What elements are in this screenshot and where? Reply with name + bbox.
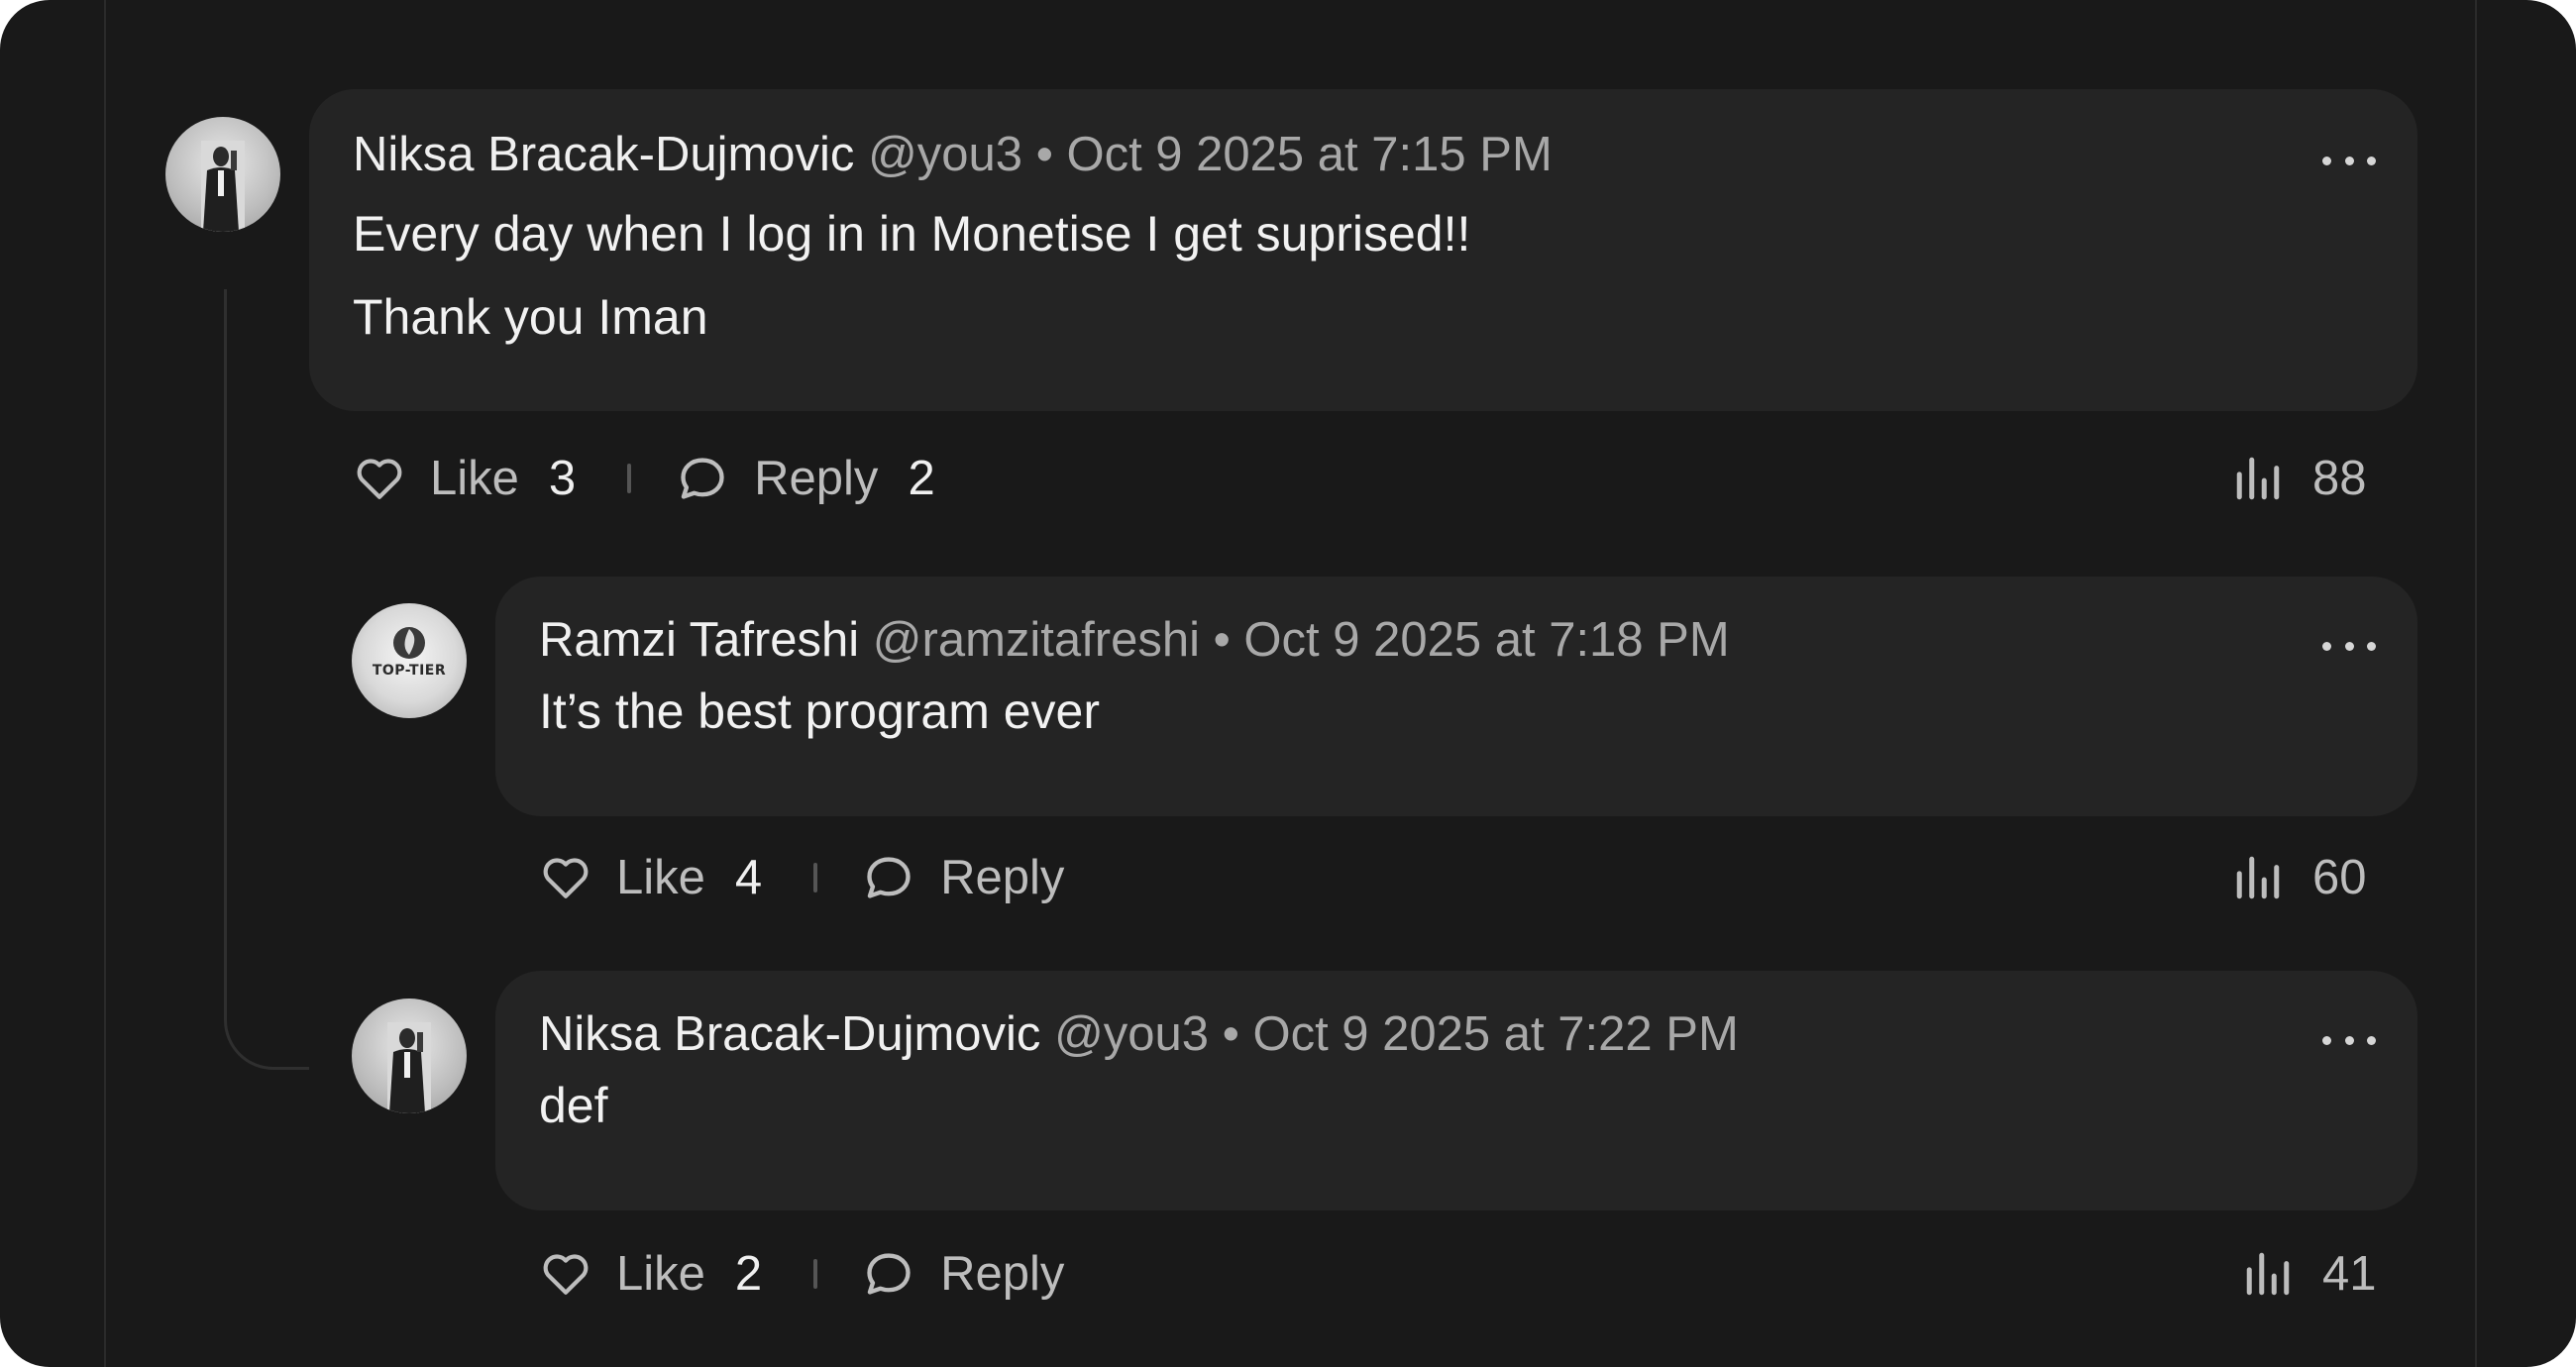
comment-icon xyxy=(867,1253,911,1295)
comment-timestamp: Oct 9 2025 at 7:15 PM xyxy=(1066,128,1553,181)
view-count: 88 xyxy=(2233,449,2367,508)
comment-timestamp: Oct 9 2025 at 7:22 PM xyxy=(1252,1007,1739,1061)
profile-photo-icon xyxy=(387,1022,431,1113)
more-options-icon[interactable] xyxy=(2322,636,2376,656)
heart-icon xyxy=(543,1254,589,1295)
comment-line: Thank you Iman xyxy=(353,289,708,345)
author-handle[interactable]: @you3 xyxy=(1054,1007,1209,1061)
like-count: 2 xyxy=(734,1247,763,1301)
like-button[interactable]: Like 4 xyxy=(541,850,762,905)
comment-line: def xyxy=(539,1078,608,1133)
views-number: 41 xyxy=(2322,1247,2377,1301)
like-label: Like xyxy=(616,1247,705,1301)
reply-count: 2 xyxy=(908,452,935,505)
like-button[interactable]: Like 3 xyxy=(355,451,576,506)
view-count: 60 xyxy=(2233,848,2367,907)
reply-button[interactable]: Reply xyxy=(863,850,1064,905)
comment-actions: Like 3 Reply 2 xyxy=(355,449,935,508)
meta-separator: • xyxy=(1222,1007,1239,1061)
comment-bubble: Niksa Bracak-Dujmovic @you3 • Oct 9 2025… xyxy=(495,971,2417,1210)
author-handle[interactable]: @ramzitafreshi xyxy=(873,613,1200,667)
meta-separator: • xyxy=(1213,613,1231,667)
comment-line: It’s the best program ever xyxy=(539,684,1101,739)
meta-separator: • xyxy=(1035,128,1053,181)
action-divider xyxy=(813,1259,818,1289)
bar-chart-icon xyxy=(2236,856,2280,899)
reply-label: Reply xyxy=(940,1247,1065,1301)
comment-icon xyxy=(681,458,724,499)
bar-chart-icon xyxy=(2236,457,2280,500)
comment-text: def xyxy=(539,1064,608,1147)
comment-meta: Niksa Bracak-Dujmovic @you3 • Oct 9 2025… xyxy=(539,1010,1739,1059)
views-number: 60 xyxy=(2312,851,2367,904)
like-count: 4 xyxy=(734,851,763,904)
reply-button[interactable]: Reply 2 xyxy=(677,451,935,506)
views-number: 88 xyxy=(2312,452,2367,505)
panel-right-border xyxy=(2475,0,2477,1367)
author-name[interactable]: Niksa Bracak-Dujmovic xyxy=(353,128,854,181)
panel-left-border xyxy=(104,0,106,1367)
comments-panel: Niksa Bracak-Dujmovic @you3 • Oct 9 2025… xyxy=(0,0,2576,1367)
avatar[interactable]: TOP-TIER xyxy=(352,603,467,718)
reply-label: Reply xyxy=(754,452,879,505)
like-label: Like xyxy=(430,452,519,505)
author-handle[interactable]: @you3 xyxy=(868,128,1022,181)
reply-button[interactable]: Reply xyxy=(863,1246,1064,1302)
comment-bubble: Niksa Bracak-Dujmovic @you3 • Oct 9 2025… xyxy=(309,89,2417,411)
comment-line: Every day when I log in in Monetise I ge… xyxy=(353,206,1471,262)
avatar[interactable] xyxy=(165,117,280,232)
view-count: 41 xyxy=(2243,1244,2377,1304)
heart-icon xyxy=(543,858,589,898)
like-button[interactable]: Like 2 xyxy=(541,1246,762,1302)
heart-icon xyxy=(357,459,402,499)
reply-label: Reply xyxy=(940,851,1065,904)
like-count: 3 xyxy=(548,452,577,505)
thread-connector-line xyxy=(224,289,309,1070)
bar-chart-icon xyxy=(2246,1252,2290,1296)
logo-text: TOP-TIER xyxy=(372,663,447,679)
comment-text: It’s the best program ever xyxy=(539,670,1100,753)
author-name[interactable]: Niksa Bracak-Dujmovic xyxy=(539,1007,1040,1061)
comment-meta: Niksa Bracak-Dujmovic @you3 • Oct 9 2025… xyxy=(353,131,1553,179)
comment-actions: Like 4 Reply xyxy=(541,848,1064,907)
more-options-icon[interactable] xyxy=(2322,151,2376,170)
flame-logo-icon xyxy=(393,627,425,659)
comment-timestamp: Oct 9 2025 at 7:18 PM xyxy=(1243,613,1730,667)
comment-meta: Ramzi Tafreshi @ramzitafreshi • Oct 9 20… xyxy=(539,616,1730,665)
comment-text: Every day when I log in in Monetise I ge… xyxy=(353,192,1470,359)
profile-photo-icon xyxy=(201,141,245,232)
like-label: Like xyxy=(616,851,705,904)
comment-bubble: Ramzi Tafreshi @ramzitafreshi • Oct 9 20… xyxy=(495,577,2417,816)
comment-actions: Like 2 Reply xyxy=(541,1244,1064,1304)
author-name[interactable]: Ramzi Tafreshi xyxy=(539,613,859,667)
comment-icon xyxy=(867,857,911,898)
action-divider xyxy=(813,863,818,893)
action-divider xyxy=(627,464,632,493)
avatar[interactable] xyxy=(352,999,467,1113)
more-options-icon[interactable] xyxy=(2322,1030,2376,1050)
